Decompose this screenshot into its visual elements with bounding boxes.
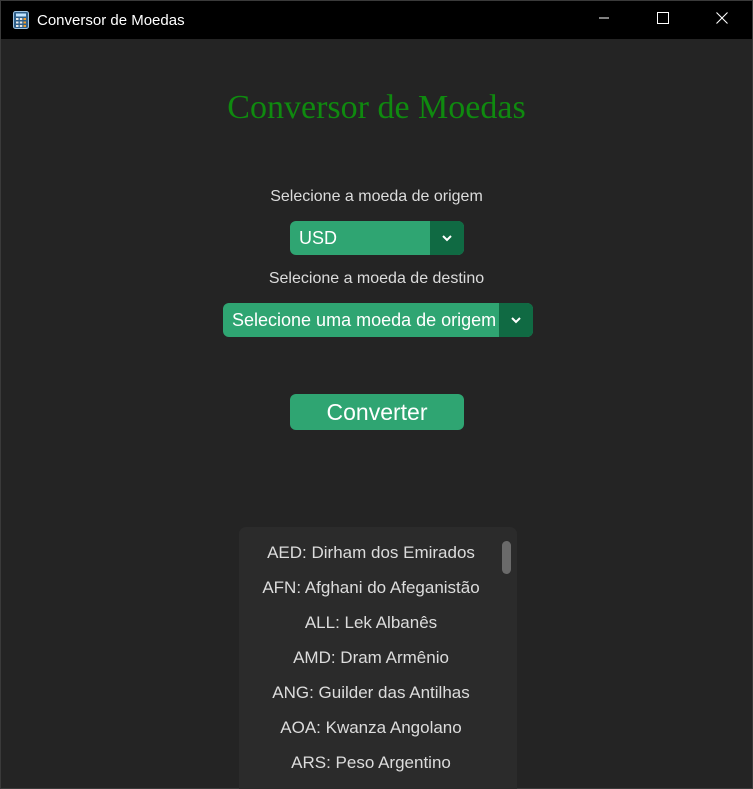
calculator-icon <box>13 11 29 29</box>
maximize-icon <box>657 11 669 29</box>
close-icon <box>716 11 728 29</box>
convert-button[interactable]: Converter <box>290 394 464 430</box>
origin-dropdown-button[interactable] <box>430 221 464 255</box>
minimize-icon <box>598 11 610 29</box>
chevron-down-icon <box>441 229 453 247</box>
list-item[interactable]: ARS: Peso Argentino <box>239 753 503 773</box>
destination-currency-label: Selecione a moeda de destino <box>268 270 485 287</box>
minimize-button[interactable] <box>575 1 633 39</box>
origin-currency-select[interactable]: USD <box>290 221 464 255</box>
scrollbar-thumb[interactable] <box>502 541 511 574</box>
list-item[interactable]: AOA: Kwanza Angolano <box>239 718 503 738</box>
list-item[interactable]: ANG: Guilder das Antilhas <box>239 683 503 703</box>
destination-dropdown-button[interactable] <box>499 303 533 337</box>
list-item[interactable]: AFN: Afghani do Afeganistão <box>239 578 503 598</box>
currency-list[interactable]: AED: Dirham dos Emirados AFN: Afghani do… <box>239 527 517 789</box>
list-item[interactable]: ALL: Lek Albanês <box>239 613 503 633</box>
title-bar[interactable]: Conversor de Moedas <box>1 1 752 39</box>
origin-currency-value[interactable]: USD <box>290 221 430 255</box>
list-scrollbar[interactable] <box>501 537 513 787</box>
window-title: Conversor de Moedas <box>37 12 185 29</box>
destination-currency-value[interactable]: Selecione uma moeda de origem <box>223 303 499 337</box>
chevron-down-icon <box>510 311 522 329</box>
maximize-button[interactable] <box>634 1 692 39</box>
page-title: Conversor de Moedas <box>227 89 526 126</box>
destination-currency-select[interactable]: Selecione uma moeda de origem <box>223 303 533 337</box>
origin-currency-label: Selecione a moeda de origem <box>270 188 483 205</box>
list-item[interactable]: AMD: Dram Armênio <box>239 648 503 668</box>
app-window: Conversor de Moedas Conversor de Moedas … <box>0 0 753 789</box>
list-item[interactable]: AED: Dirham dos Emirados <box>239 543 503 563</box>
close-button[interactable] <box>693 1 751 39</box>
